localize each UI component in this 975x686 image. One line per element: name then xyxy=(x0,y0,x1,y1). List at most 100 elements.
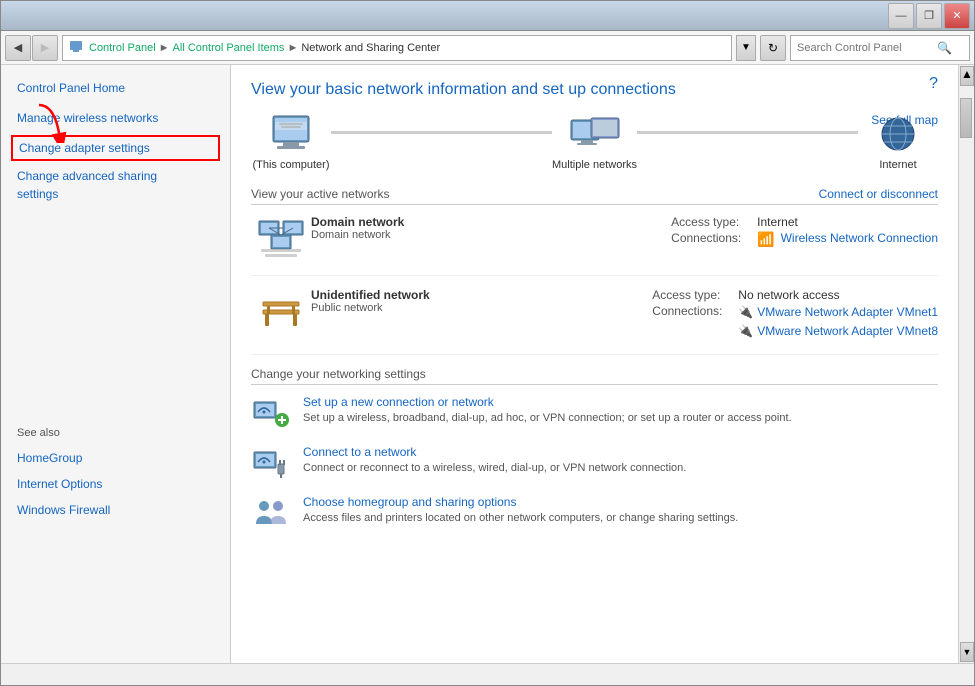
unidentified-network-name: Unidentified network xyxy=(311,288,632,302)
domain-network-access: Access type: Internet Connections: 📶 Wir… xyxy=(671,215,938,263)
status-bar xyxy=(1,663,974,685)
refresh-button[interactable]: ↻ xyxy=(760,35,786,61)
back-button[interactable]: ◀ xyxy=(5,35,31,61)
connect-network-desc: Connect or reconnect to a wireless, wire… xyxy=(303,461,686,476)
settings-section: Change your networking settings xyxy=(251,367,938,531)
new-connection-link[interactable]: Set up a new connection or network xyxy=(303,395,792,409)
homegroup-desc: Access files and printers located on oth… xyxy=(303,511,738,526)
scroll-track xyxy=(959,87,974,641)
vmnet1-icon: 🔌 xyxy=(738,304,753,321)
sidebar-item-homegroup[interactable]: HomeGroup xyxy=(17,445,214,471)
multiple-networks-icon xyxy=(569,113,621,155)
homegroup-link[interactable]: Choose homegroup and sharing options xyxy=(303,495,738,509)
title-bar-buttons: — ❐ ✕ xyxy=(888,3,970,29)
domain-network-type: Domain network xyxy=(311,229,651,241)
unidentified-access-type-row: Access type: No network access xyxy=(652,288,938,302)
sidebar-item-internet-options[interactable]: Internet Options xyxy=(17,471,214,497)
sidebar: Control Panel Home Manage wireless netwo… xyxy=(1,65,231,663)
scrollbar[interactable]: ▲ ▼ xyxy=(958,65,974,663)
setting-item-connect-network: Connect to a network Connect or reconnec… xyxy=(251,445,938,481)
net-line-1 xyxy=(331,131,552,134)
new-connection-icon xyxy=(251,395,291,431)
active-networks-label: View your active networks xyxy=(251,187,390,201)
scroll-down-button[interactable]: ▼ xyxy=(960,642,974,662)
net-label-multiple: Multiple networks xyxy=(552,159,637,171)
connections-label: Connections: xyxy=(671,231,751,248)
domain-network-info: Domain network Domain network xyxy=(311,215,651,263)
connections-label-2: Connections: xyxy=(652,304,732,340)
sidebar-item-change-adapter[interactable]: Change adapter settings xyxy=(11,135,220,161)
address-bar: ◀ ▶ Control Panel ► All Control Panel It… xyxy=(1,31,974,65)
network-diagram-container: See full map xyxy=(251,113,938,171)
network-diagram: (This computer) xyxy=(251,113,938,171)
wireless-connection-link[interactable]: Wireless Network Connection xyxy=(781,231,938,248)
address-breadcrumb[interactable]: Control Panel ► All Control Panel Items … xyxy=(62,35,732,61)
sidebar-item-windows-firewall[interactable]: Windows Firewall xyxy=(17,497,214,523)
computer-icon xyxy=(265,113,317,155)
close-button[interactable]: ✕ xyxy=(944,3,970,29)
access-type-label: Access type: xyxy=(671,215,751,229)
page-title: View your basic network information and … xyxy=(251,81,938,99)
help-button[interactable]: ? xyxy=(929,75,938,93)
scroll-thumb[interactable] xyxy=(960,98,972,138)
net-label-internet: Internet xyxy=(879,159,916,171)
domain-access-type-row: Access type: Internet xyxy=(671,215,938,229)
settings-header: Change your networking settings xyxy=(251,367,938,385)
net-line-2 xyxy=(637,131,858,134)
new-connection-content: Set up a new connection or network Set u… xyxy=(303,395,792,426)
sidebar-item-manage-wireless[interactable]: Manage wireless networks xyxy=(1,105,230,131)
content-area: ? View your basic network information an… xyxy=(231,65,958,663)
main-layout: Control Panel Home Manage wireless netwo… xyxy=(1,65,974,663)
setting-item-homegroup: Choose homegroup and sharing options Acc… xyxy=(251,495,938,531)
vmnet8-link[interactable]: 🔌 VMware Network Adapter VMnet8 xyxy=(738,323,938,340)
vmware-connections: 🔌 VMware Network Adapter VMnet1 🔌 VMware… xyxy=(738,304,938,340)
domain-connection-row: Connections: 📶 Wireless Network Connecti… xyxy=(671,231,938,248)
breadcrumb-control-panel[interactable]: Control Panel xyxy=(89,42,156,54)
title-bar: — ❐ ✕ xyxy=(1,1,974,31)
wifi-signal-icon: 📶 xyxy=(757,231,774,248)
connect-network-content: Connect to a network Connect or reconnec… xyxy=(303,445,686,476)
unidentified-connection-row: Connections: 🔌 VMware Network Adapter VM… xyxy=(652,304,938,340)
unidentified-access-value: No network access xyxy=(738,288,839,302)
search-input[interactable] xyxy=(797,42,937,54)
sidebar-item-control-panel-home[interactable]: Control Panel Home xyxy=(1,75,230,101)
net-item-multiple: Multiple networks xyxy=(552,113,637,171)
domain-icon xyxy=(251,215,311,263)
domain-access-value: Internet xyxy=(757,215,798,229)
forward-button[interactable]: ▶ xyxy=(32,35,58,61)
connect-network-link[interactable]: Connect to a network xyxy=(303,445,686,459)
connect-network-icon xyxy=(251,445,291,481)
nav-buttons: ◀ ▶ xyxy=(5,35,58,61)
sidebar-item-change-advanced[interactable]: Change advanced sharing settings xyxy=(1,163,230,207)
breadcrumb-icon xyxy=(69,39,83,56)
scroll-up-button[interactable]: ▲ xyxy=(960,66,974,86)
vmnet1-link[interactable]: 🔌 VMware Network Adapter VMnet1 xyxy=(738,304,938,321)
domain-network-card: Domain network Domain network Access typ… xyxy=(251,215,938,276)
see-also-section: See also HomeGroup Internet Options Wind… xyxy=(1,427,230,523)
search-icon[interactable]: 🔍 xyxy=(937,41,952,55)
see-also-title: See also xyxy=(17,427,214,439)
net-item-computer: (This computer) xyxy=(251,113,331,171)
access-type-label-2: Access type: xyxy=(652,288,732,302)
net-label-computer: (This computer) xyxy=(252,159,329,171)
unidentified-network-type: Public network xyxy=(311,302,632,314)
unidentified-network-access: Access type: No network access Connectio… xyxy=(652,288,938,342)
search-box[interactable]: 🔍 xyxy=(790,35,970,61)
setting-item-new-connection: Set up a new connection or network Set u… xyxy=(251,395,938,431)
new-connection-desc: Set up a wireless, broadband, dial-up, a… xyxy=(303,411,792,426)
domain-network-name: Domain network xyxy=(311,215,651,229)
unidentified-network-card: Unidentified network Public network Acce… xyxy=(251,288,938,355)
breadcrumb-all-items[interactable]: All Control Panel Items xyxy=(173,42,285,54)
restore-button[interactable]: ❐ xyxy=(916,3,942,29)
minimize-button[interactable]: — xyxy=(888,3,914,29)
unidentified-network-info: Unidentified network Public network xyxy=(311,288,632,342)
vmnet8-icon: 🔌 xyxy=(738,323,753,340)
settings-header-label: Change your networking settings xyxy=(251,367,426,381)
homegroup-icon xyxy=(251,495,291,531)
net-item-internet: Internet xyxy=(858,113,938,171)
unidentified-icon xyxy=(251,288,311,342)
breadcrumb-current: Network and Sharing Center xyxy=(301,42,440,54)
homegroup-content: Choose homegroup and sharing options Acc… xyxy=(303,495,738,526)
address-dropdown[interactable]: ▼ xyxy=(736,35,756,61)
connect-or-disconnect-link[interactable]: Connect or disconnect xyxy=(819,187,938,201)
